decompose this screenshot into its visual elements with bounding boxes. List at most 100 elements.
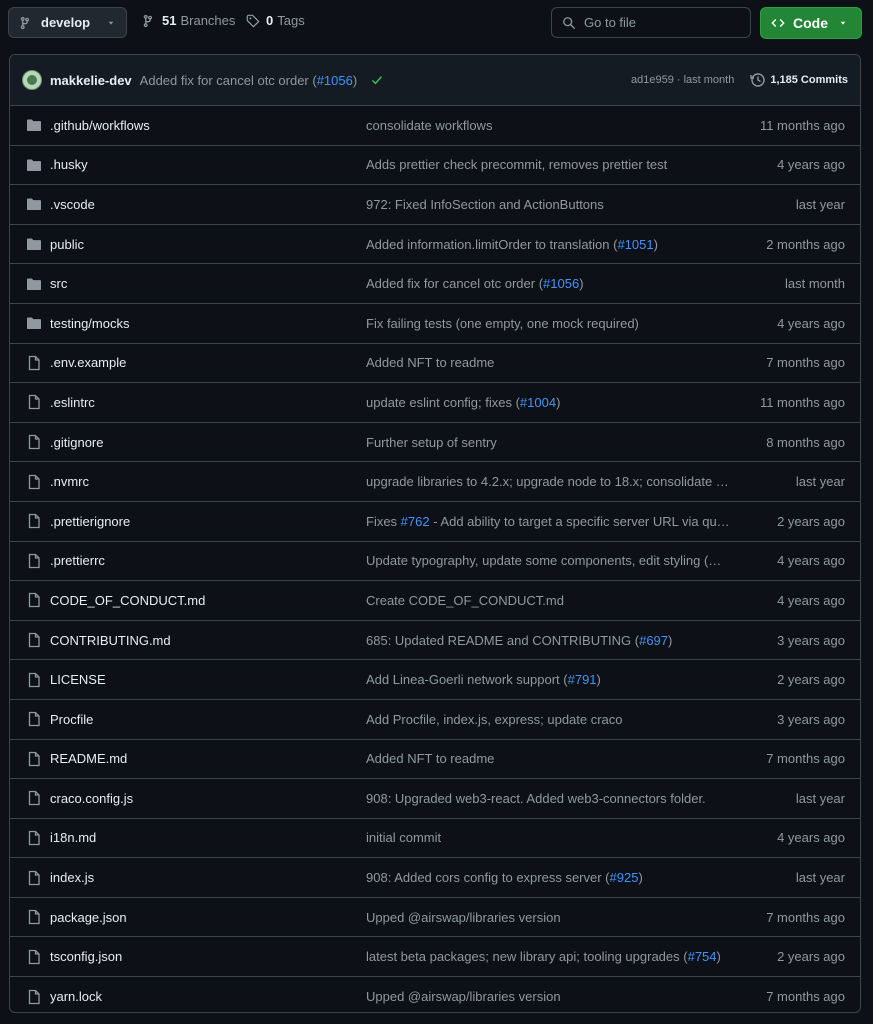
commit-message-link[interactable]: consolidate workflows (366, 118, 492, 133)
file-commit-message[interactable]: Upped @airswap/libraries version (366, 989, 738, 1004)
file-name-link[interactable]: CONTRIBUTING.md (50, 633, 171, 648)
commit-message-link[interactable]: Upped @airswap/libraries version (366, 910, 561, 925)
file-name-link[interactable]: .prettierignore (50, 514, 130, 529)
file-commit-message[interactable]: Added NFT to readme (366, 751, 738, 766)
file-commit-message[interactable]: consolidate workflows (366, 118, 738, 133)
file-name-link[interactable]: tsconfig.json (50, 949, 122, 964)
go-to-file-search[interactable] (551, 7, 751, 38)
file-commit-message[interactable]: Fix failing tests (one empty, one mock r… (366, 316, 738, 331)
file-commit-message[interactable]: latest beta packages; new library api; t… (366, 949, 738, 964)
file-row[interactable]: testing/mocks Fix failing tests (one empt… (10, 304, 860, 344)
commit-message-link[interactable]: 685: Updated README and CONTRIBUTING ( (366, 633, 639, 648)
commit-message-end[interactable]: ) (654, 237, 658, 252)
commit-message-end[interactable]: ) (579, 276, 583, 291)
branches-link[interactable]: 51 Branches (142, 13, 235, 28)
file-commit-message[interactable]: Create CODE_OF_CONDUCT.md (366, 593, 738, 608)
commit-author[interactable]: makkelie-dev (50, 73, 132, 88)
file-commit-message[interactable]: Added information.limitOrder to translat… (366, 237, 738, 252)
file-row[interactable]: .vscode 972: Fixed InfoSection and Action… (10, 185, 860, 225)
file-row[interactable]: README.md Added NFT to readme 7 months ago (10, 740, 860, 780)
commit-message-link[interactable]: 972: Fixed InfoSection and ActionButtons (366, 197, 604, 212)
file-name-link[interactable]: .husky (50, 157, 88, 172)
tags-link[interactable]: 0 Tags (246, 13, 305, 28)
commit-message-end[interactable]: ) (638, 870, 642, 885)
file-commit-message[interactable]: Upped @airswap/libraries version (366, 910, 738, 925)
file-row[interactable]: Procfile Add Procfile, index.js, express;… (10, 700, 860, 740)
commits-history-link[interactable]: 1,185 Commits (750, 72, 848, 88)
file-row[interactable]: yarn.lock Upped @airswap/libraries versio… (10, 977, 860, 1012)
file-row[interactable]: src Added fix for cancel otc order (#1056… (10, 264, 860, 304)
go-to-file-input[interactable] (582, 14, 736, 31)
file-commit-message[interactable]: 908: Upgraded web3-react. Added web3-con… (366, 791, 738, 806)
commit-message-end[interactable]: ) (597, 672, 601, 687)
file-name-link[interactable]: package.json (50, 910, 127, 925)
file-name-link[interactable]: .gitignore (50, 435, 103, 450)
commit-message-link[interactable]: Added NFT to readme (366, 355, 494, 370)
file-row[interactable]: package.json Upped @airswap/libraries ver… (10, 898, 860, 938)
file-commit-message[interactable]: Adds prettier check precommit, removes p… (366, 157, 738, 172)
file-commit-message[interactable]: initial commit (366, 830, 738, 845)
commit-message-link[interactable]: 908: Added cors config to express server… (366, 870, 610, 885)
pr-link[interactable]: #754 (688, 949, 717, 964)
file-name-link[interactable]: index.js (50, 870, 94, 885)
commit-message-end[interactable]: ) (717, 949, 721, 964)
file-row[interactable]: CODE_OF_CONDUCT.md Create CODE_OF_CONDUCT… (10, 581, 860, 621)
commit-message-link[interactable]: Update typography, update some component… (366, 553, 721, 568)
file-name-link[interactable]: .vscode (50, 197, 95, 212)
file-name-link[interactable]: LICENSE (50, 672, 106, 687)
file-commit-message[interactable]: 908: Added cors config to express server… (366, 870, 738, 885)
pr-link[interactable]: #762 (401, 514, 430, 529)
file-commit-message[interactable]: Added NFT to readme (366, 355, 738, 370)
commit-message-link[interactable]: Added fix for cancel otc order ( (366, 276, 543, 291)
file-name-link[interactable]: testing/mocks (50, 316, 129, 331)
pr-link[interactable]: #1051 (617, 237, 653, 252)
file-row[interactable]: .eslintrc update eslint config; fixes (#1… (10, 383, 860, 423)
file-name-link[interactable]: yarn.lock (50, 989, 102, 1004)
file-name-link[interactable]: .eslintrc (50, 395, 95, 410)
commit-message-end[interactable]: - Add ability to target a specific serve… (430, 514, 729, 529)
commit-message-end[interactable]: ) (668, 633, 672, 648)
commit-message-link[interactable]: latest beta packages; new library api; t… (366, 949, 688, 964)
branch-selector-button[interactable]: develop (8, 7, 127, 38)
file-row[interactable]: .husky Adds prettier check precommit, rem… (10, 146, 860, 186)
commit-message-link[interactable]: 908: Upgraded web3-react. Added web3-con… (366, 791, 706, 806)
file-commit-message[interactable]: 972: Fixed InfoSection and ActionButtons (366, 197, 738, 212)
file-commit-message[interactable]: 685: Updated README and CONTRIBUTING (#6… (366, 633, 738, 648)
file-name-link[interactable]: README.md (50, 751, 127, 766)
pr-link[interactable]: #1056 (543, 276, 579, 291)
file-row[interactable]: .nvmrc upgrade libraries to 4.2.x; upgrad… (10, 462, 860, 502)
file-commit-message[interactable]: update eslint config; fixes (#1004) (366, 395, 738, 410)
commit-message-link[interactable]: Added information.limitOrder to translat… (366, 237, 617, 252)
commit-message-link[interactable]: Adds prettier check precommit, removes p… (366, 157, 667, 172)
file-row[interactable]: index.js 908: Added cors config to expres… (10, 858, 860, 898)
file-commit-message[interactable]: upgrade libraries to 4.2.x; upgrade node… (366, 474, 738, 489)
commit-message-link[interactable]: Create CODE_OF_CONDUCT.md (366, 593, 564, 608)
commit-message-link[interactable]: initial commit (366, 830, 441, 845)
commit-message-link[interactable]: Fix failing tests (one empty, one mock r… (366, 316, 639, 331)
file-name-link[interactable]: i18n.md (50, 830, 96, 845)
avatar[interactable] (22, 70, 42, 90)
file-commit-message[interactable]: Added fix for cancel otc order (#1056) (366, 276, 738, 291)
code-button[interactable]: Code (760, 7, 862, 39)
pr-link[interactable]: #1004 (520, 395, 556, 410)
commit-message-link[interactable]: Add Procfile, index.js, express; update … (366, 712, 623, 727)
pr-link[interactable]: #791 (568, 672, 597, 687)
file-row[interactable]: .github/workflows consolidate workflows 11… (10, 106, 860, 146)
file-row[interactable]: craco.config.js 908: Upgraded web3-react.… (10, 779, 860, 819)
file-name-link[interactable]: src (50, 276, 67, 291)
file-name-link[interactable]: .prettierrc (50, 553, 105, 568)
pr-link[interactable]: #697 (639, 633, 668, 648)
file-row[interactable]: .prettierrc Update typography, update som… (10, 542, 860, 582)
commit-sha[interactable]: ad1e959 · last month (631, 74, 734, 86)
file-row[interactable]: i18n.md initial commit 4 years ago (10, 819, 860, 859)
commit-message-link[interactable]: Fixes (366, 514, 401, 529)
file-row[interactable]: .gitignore Further setup of sentry 8 month… (10, 423, 860, 463)
file-row[interactable]: public Added information.limitOrder to tr… (10, 225, 860, 265)
file-row[interactable]: tsconfig.json latest beta packages; new l… (10, 937, 860, 978)
file-commit-message[interactable]: Update typography, update some component… (366, 553, 738, 568)
file-name-link[interactable]: .nvmrc (50, 474, 89, 489)
file-name-link[interactable]: Procfile (50, 712, 93, 727)
commit-message[interactable]: Added fix for cancel otc order (#1056) (140, 73, 358, 88)
file-row[interactable]: .prettierignore Fixes #762 - Add ability … (10, 502, 860, 542)
file-commit-message[interactable]: Fixes #762 - Add ability to target a spe… (366, 514, 738, 529)
